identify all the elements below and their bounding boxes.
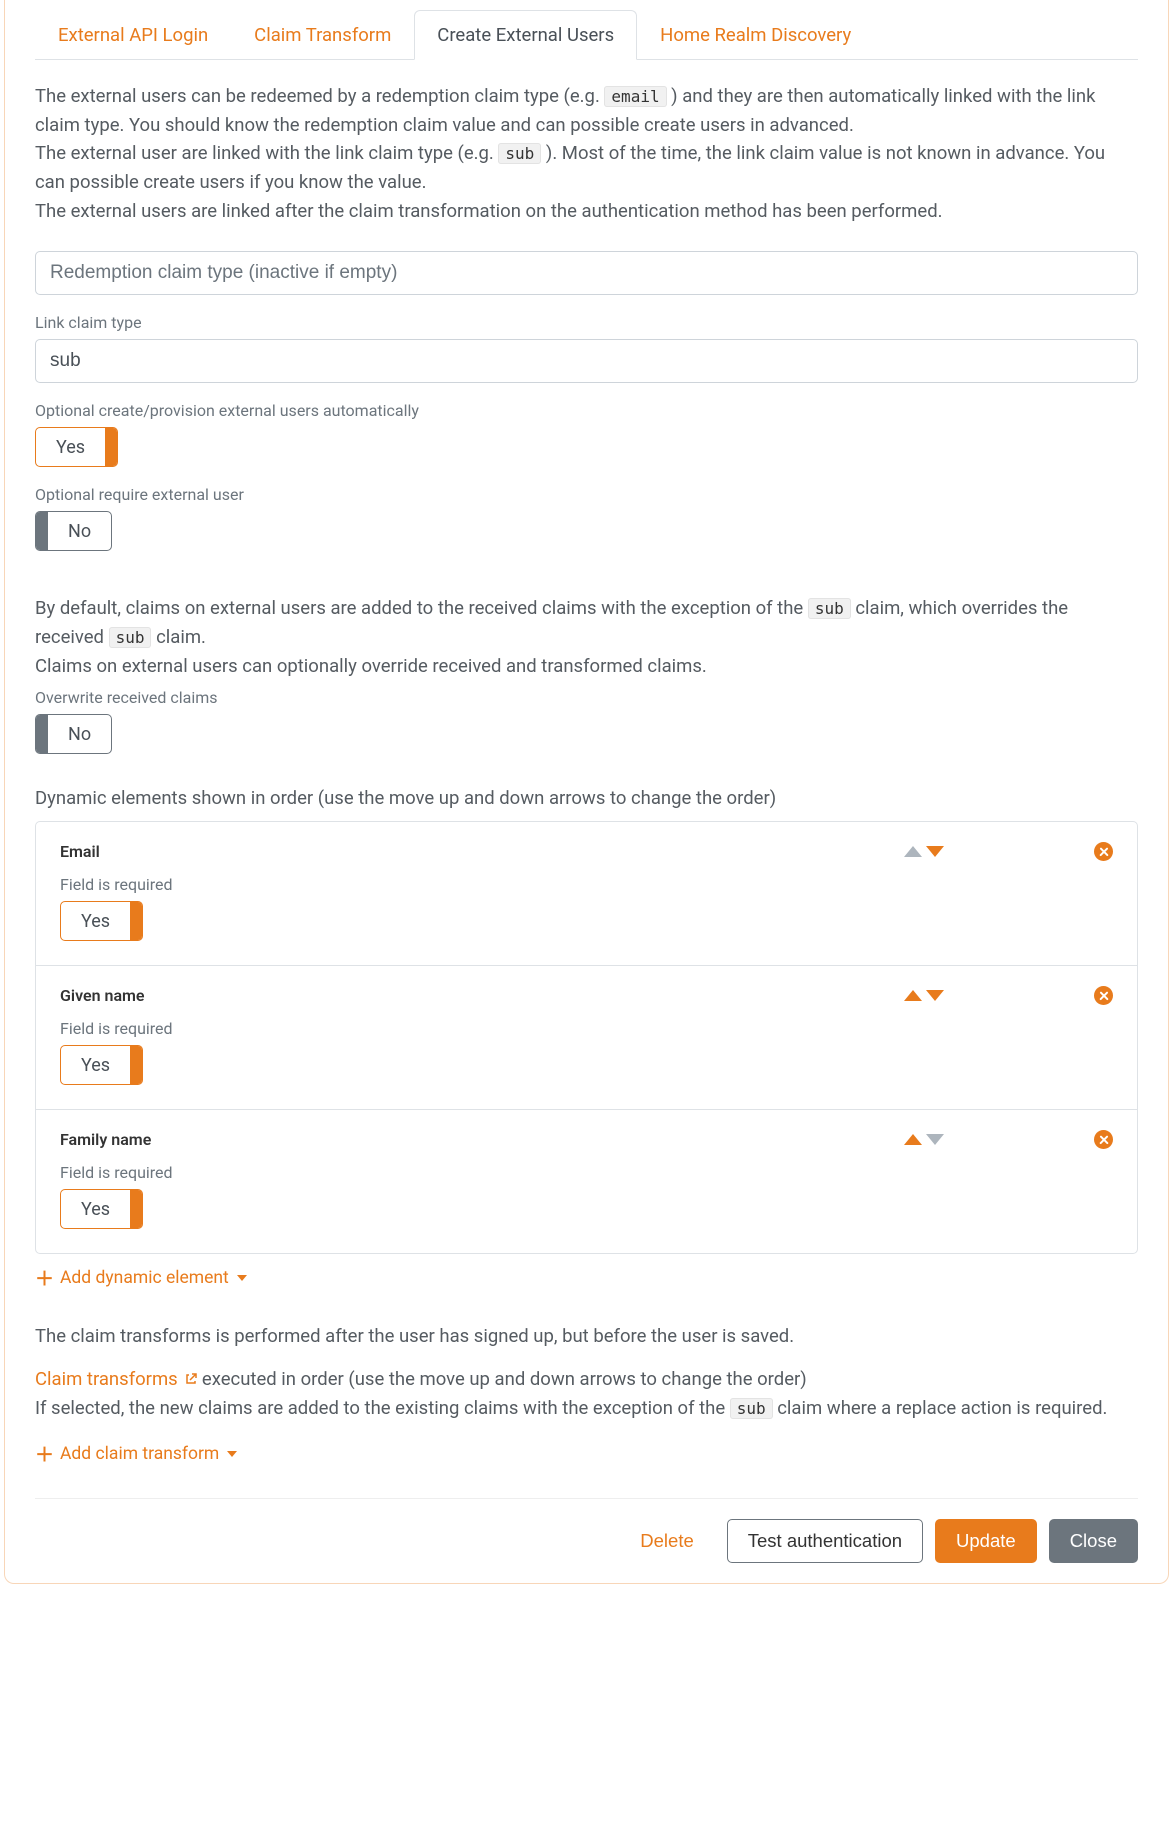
code-sub: sub	[498, 143, 541, 164]
remove-element-button[interactable]	[1094, 842, 1113, 861]
toggle-knob-icon	[130, 902, 142, 940]
toggle-knob-icon	[130, 1190, 142, 1228]
dynamic-element-title: Family name	[60, 1130, 151, 1149]
redemption-claim-input[interactable]	[35, 251, 1138, 295]
code-sub: sub	[730, 1398, 773, 1419]
dynamic-element-row: Email Field is required Yes	[36, 822, 1137, 965]
move-up-icon[interactable]	[904, 990, 922, 1001]
add-dynamic-element-button[interactable]: ＋ Add dynamic element	[35, 1268, 1138, 1288]
update-button[interactable]: Update	[935, 1519, 1037, 1563]
code-email: email	[604, 86, 666, 107]
require-user-label: Optional require external user	[35, 485, 1138, 504]
plus-icon: ＋	[35, 1269, 54, 1288]
claims-text: Claim transforms executed in order (use …	[35, 1365, 1138, 1422]
move-down-icon[interactable]	[926, 990, 944, 1001]
claims-intro: The claim transforms is performed after …	[35, 1322, 1138, 1351]
tab-home-realm-discovery[interactable]: Home Realm Discovery	[637, 10, 874, 60]
intro-text: The external users can be redeemed by a …	[35, 82, 1138, 225]
required-label: Field is required	[60, 875, 1113, 894]
required-toggle[interactable]: Yes	[60, 901, 143, 941]
tab-claim-transform[interactable]: Claim Transform	[231, 10, 414, 60]
toggle-knob-icon	[130, 1046, 142, 1084]
dynamic-element-title: Given name	[60, 986, 145, 1005]
require-user-toggle[interactable]: No	[35, 511, 112, 551]
auto-create-label: Optional create/provision external users…	[35, 401, 1138, 420]
required-toggle[interactable]: Yes	[60, 1045, 143, 1085]
required-label: Field is required	[60, 1019, 1113, 1038]
link-claim-input[interactable]	[35, 339, 1138, 383]
auto-create-toggle[interactable]: Yes	[35, 427, 118, 467]
dynamic-element-title: Email	[60, 842, 100, 861]
external-link-icon	[185, 1373, 197, 1385]
dynamic-element-row: Family name Field is required Yes	[36, 1109, 1137, 1253]
toggle-knob-icon	[36, 512, 48, 550]
link-claim-label: Link claim type	[35, 313, 1138, 332]
dynamic-elements-header: Dynamic elements shown in order (use the…	[35, 787, 1138, 809]
remove-element-button[interactable]	[1094, 1130, 1113, 1149]
required-label: Field is required	[60, 1163, 1113, 1182]
add-claim-transform-button[interactable]: ＋ Add claim transform	[35, 1444, 1138, 1464]
chevron-down-icon	[237, 1275, 247, 1281]
move-down-icon[interactable]	[926, 846, 944, 857]
dynamic-elements-list: Email Field is required Yes Given name	[35, 821, 1138, 1254]
dynamic-element-row: Given name Field is required Yes	[36, 965, 1137, 1109]
code-sub: sub	[109, 627, 152, 648]
move-up-icon[interactable]	[904, 1134, 922, 1145]
tab-bar: External API Login Claim Transform Creat…	[35, 10, 1138, 60]
toggle-knob-icon	[36, 715, 48, 753]
chevron-down-icon	[227, 1451, 237, 1457]
overwrite-label: Overwrite received claims	[35, 688, 1138, 707]
delete-button[interactable]: Delete	[619, 1519, 714, 1563]
toggle-knob-icon	[105, 428, 117, 466]
tab-create-external-users[interactable]: Create External Users	[414, 10, 637, 60]
remove-element-button[interactable]	[1094, 986, 1113, 1005]
plus-icon: ＋	[35, 1445, 54, 1464]
claim-transforms-link[interactable]: Claim transforms	[35, 1368, 202, 1390]
footer-actions: Delete Test authentication Update Close	[35, 1519, 1138, 1563]
move-up-icon	[904, 846, 922, 857]
separator	[35, 1498, 1138, 1499]
close-button[interactable]: Close	[1049, 1519, 1138, 1563]
overwrite-toggle[interactable]: No	[35, 714, 112, 754]
test-authentication-button[interactable]: Test authentication	[727, 1519, 923, 1563]
move-down-icon	[926, 1134, 944, 1145]
code-sub: sub	[808, 598, 851, 619]
tab-external-api-login[interactable]: External API Login	[35, 10, 231, 60]
required-toggle[interactable]: Yes	[60, 1189, 143, 1229]
mid-text: By default, claims on external users are…	[35, 594, 1138, 680]
